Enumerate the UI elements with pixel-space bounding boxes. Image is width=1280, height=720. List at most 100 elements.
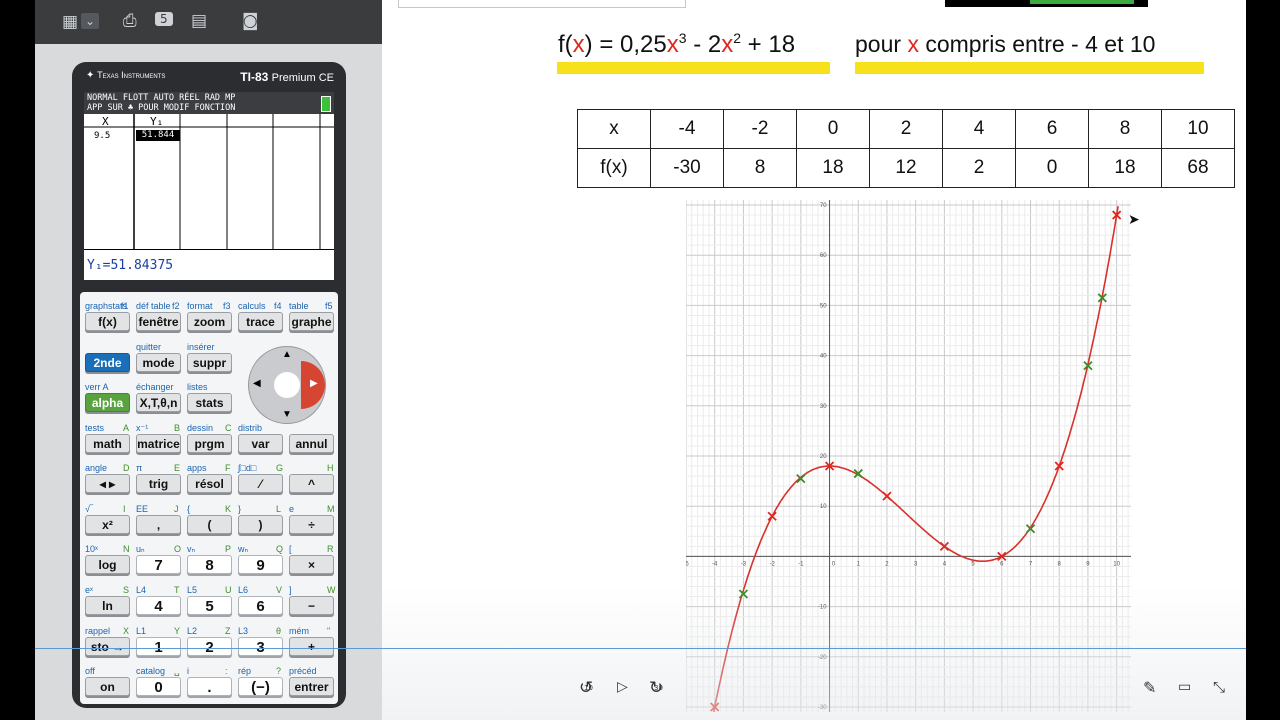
secondary-label: off	[85, 666, 95, 676]
arrow-left-icon[interactable]: ◀	[253, 378, 261, 389]
formula-var-x: x	[572, 31, 585, 58]
video-progress-bar[interactable]	[35, 648, 1246, 649]
green-button[interactable]	[1030, 0, 1134, 4]
secondary-func: ]	[289, 585, 292, 595]
key-4-row-9[interactable]: 3	[238, 637, 283, 656]
key-5-row-8[interactable]: −	[289, 596, 334, 615]
key-4-row-10[interactable]: (−)	[238, 677, 283, 696]
x-cell: 6	[1015, 109, 1089, 149]
key-2-row-1[interactable]: fenêtre	[136, 312, 181, 331]
key-3-row-4[interactable]: prgm	[187, 434, 232, 453]
key-3-row-1[interactable]: zoom	[187, 312, 232, 331]
chevron-down-icon[interactable]: ⌄	[81, 13, 100, 29]
secondary-func: eˣ	[85, 585, 93, 595]
key-2-row-9[interactable]: 1	[136, 637, 181, 656]
key-2-row-6[interactable]: ,	[136, 515, 181, 534]
formula-var-x: x	[666, 31, 679, 58]
arrow-up-icon[interactable]: ▲	[282, 349, 292, 360]
layout-icon[interactable]: ▤	[191, 11, 207, 31]
x-tick-label: -3	[741, 561, 747, 567]
y-tick-label: 50	[820, 303, 827, 309]
secondary-func: {	[187, 504, 191, 514]
fx-cell: 18	[796, 148, 870, 188]
key-5-row-4[interactable]: annul	[289, 434, 334, 453]
secondary-func: échanger	[136, 382, 174, 392]
key-4-row-1[interactable]: trace	[238, 312, 283, 331]
key-3-row-6[interactable]: (	[187, 515, 232, 534]
key-2-row-2[interactable]: mode	[136, 353, 181, 372]
key-1-row-7[interactable]: log	[85, 555, 130, 574]
alpha-label: I	[123, 504, 126, 514]
key-1-row-9[interactable]: sto →	[85, 637, 130, 656]
key-4-row-7[interactable]: 9	[238, 555, 283, 574]
secondary-label: rép?	[238, 666, 281, 676]
alpha-label: V	[276, 585, 283, 595]
battery-icon	[321, 96, 331, 112]
key-3-row-5[interactable]: résol	[187, 474, 232, 493]
secondary-func: précéd	[289, 666, 317, 676]
secondary-label: L4 T	[136, 585, 180, 595]
rewind-icon[interactable]: ↺ 10	[579, 678, 593, 698]
key-3-row-3[interactable]: stats	[187, 393, 232, 412]
key-2-row-10[interactable]: 0	[136, 677, 181, 696]
key-1-row-1[interactable]: f(x)	[85, 312, 130, 331]
key-1-row-5[interactable]: ◂ ▸	[85, 474, 130, 493]
key-4-row-6[interactable]: )	[238, 515, 283, 534]
video-controls-overlay	[382, 585, 1246, 720]
key-1-row-4[interactable]: math	[85, 434, 130, 453]
play-icon[interactable]: ▷	[617, 679, 628, 695]
recording-icon[interactable]: 5	[155, 12, 173, 26]
key-3-row-9[interactable]: 2	[187, 637, 232, 656]
secondary-label: quitter	[136, 342, 161, 352]
forward-icon[interactable]: ↻ 30	[649, 678, 663, 698]
alpha-label: f5	[325, 301, 333, 311]
secondary-func: rép	[238, 666, 252, 676]
secondary-func: rappel	[85, 626, 111, 636]
secondary-label: listes	[187, 382, 208, 392]
camera-icon[interactable]: ◙	[242, 11, 259, 31]
captions-icon[interactable]: ▭	[1178, 679, 1191, 695]
alpha-label: f4	[274, 301, 282, 311]
ti-logo-icon: ✦	[86, 70, 98, 81]
key-2-row-4[interactable]: matrice	[136, 434, 181, 453]
arrow-right-icon[interactable]: ▶	[310, 378, 318, 389]
key-1-row-6[interactable]: x²	[85, 515, 130, 534]
status-bar: NORMAL FLOTT AUTO RÉEL RAD MP APP SUR ♣ …	[84, 92, 334, 114]
arrow-down-icon[interactable]: ▼	[282, 409, 292, 420]
key-3-row-7[interactable]: 8	[187, 555, 232, 574]
key-5-row-7[interactable]: ×	[289, 555, 334, 574]
calculator-icon[interactable]: ▦	[62, 12, 78, 32]
pen-icon[interactable]: ✎	[1143, 678, 1156, 697]
key-2-row-5[interactable]: trig	[136, 474, 181, 493]
key-4-row-4[interactable]: var	[238, 434, 283, 453]
secondary-label: L1 Y	[136, 626, 180, 636]
key-2-row-3[interactable]: X,T,θ,n	[136, 393, 181, 412]
dpad: ▲ ▼ ◀ ▶	[248, 346, 326, 424]
secondary-func: L1	[136, 626, 147, 636]
y-tick-label: 60	[820, 253, 827, 259]
key-5-row-1[interactable]: graphe	[289, 312, 334, 331]
key-1-row-10[interactable]: on	[85, 677, 130, 696]
key-3-row-10[interactable]: .	[187, 677, 232, 696]
key-4-row-8[interactable]: 6	[238, 596, 283, 615]
key-5-row-9[interactable]: +	[289, 637, 334, 656]
key-2-row-7[interactable]: 7	[136, 555, 181, 574]
fx-cell: 0	[1015, 148, 1089, 188]
key-3-row-8[interactable]: 5	[187, 596, 232, 615]
cell-y1-selected[interactable]: 51.844	[136, 130, 180, 141]
recording-badge: 5	[160, 12, 168, 26]
key-5-row-10[interactable]: entrer	[289, 677, 334, 696]
key-3-row-2[interactable]: suppr	[187, 353, 232, 372]
key-5-row-6[interactable]: ÷	[289, 515, 334, 534]
key-1-row-2[interactable]: 2nde	[85, 353, 130, 372]
key-5-row-5[interactable]: ^	[289, 474, 334, 493]
secondary-label: dessin C	[187, 423, 232, 433]
secondary-label: 10ˣ N	[85, 544, 130, 554]
screenshot-icon[interactable]: ⎙	[123, 11, 137, 31]
key-2-row-8[interactable]: 4	[136, 596, 181, 615]
key-1-row-8[interactable]: ln	[85, 596, 130, 615]
fullscreen-icon[interactable]: ⤡	[1213, 678, 1225, 696]
key-1-row-3[interactable]: alpha	[85, 393, 130, 412]
secondary-func: L2	[187, 626, 198, 636]
key-4-row-5[interactable]: ⁄	[238, 474, 283, 493]
